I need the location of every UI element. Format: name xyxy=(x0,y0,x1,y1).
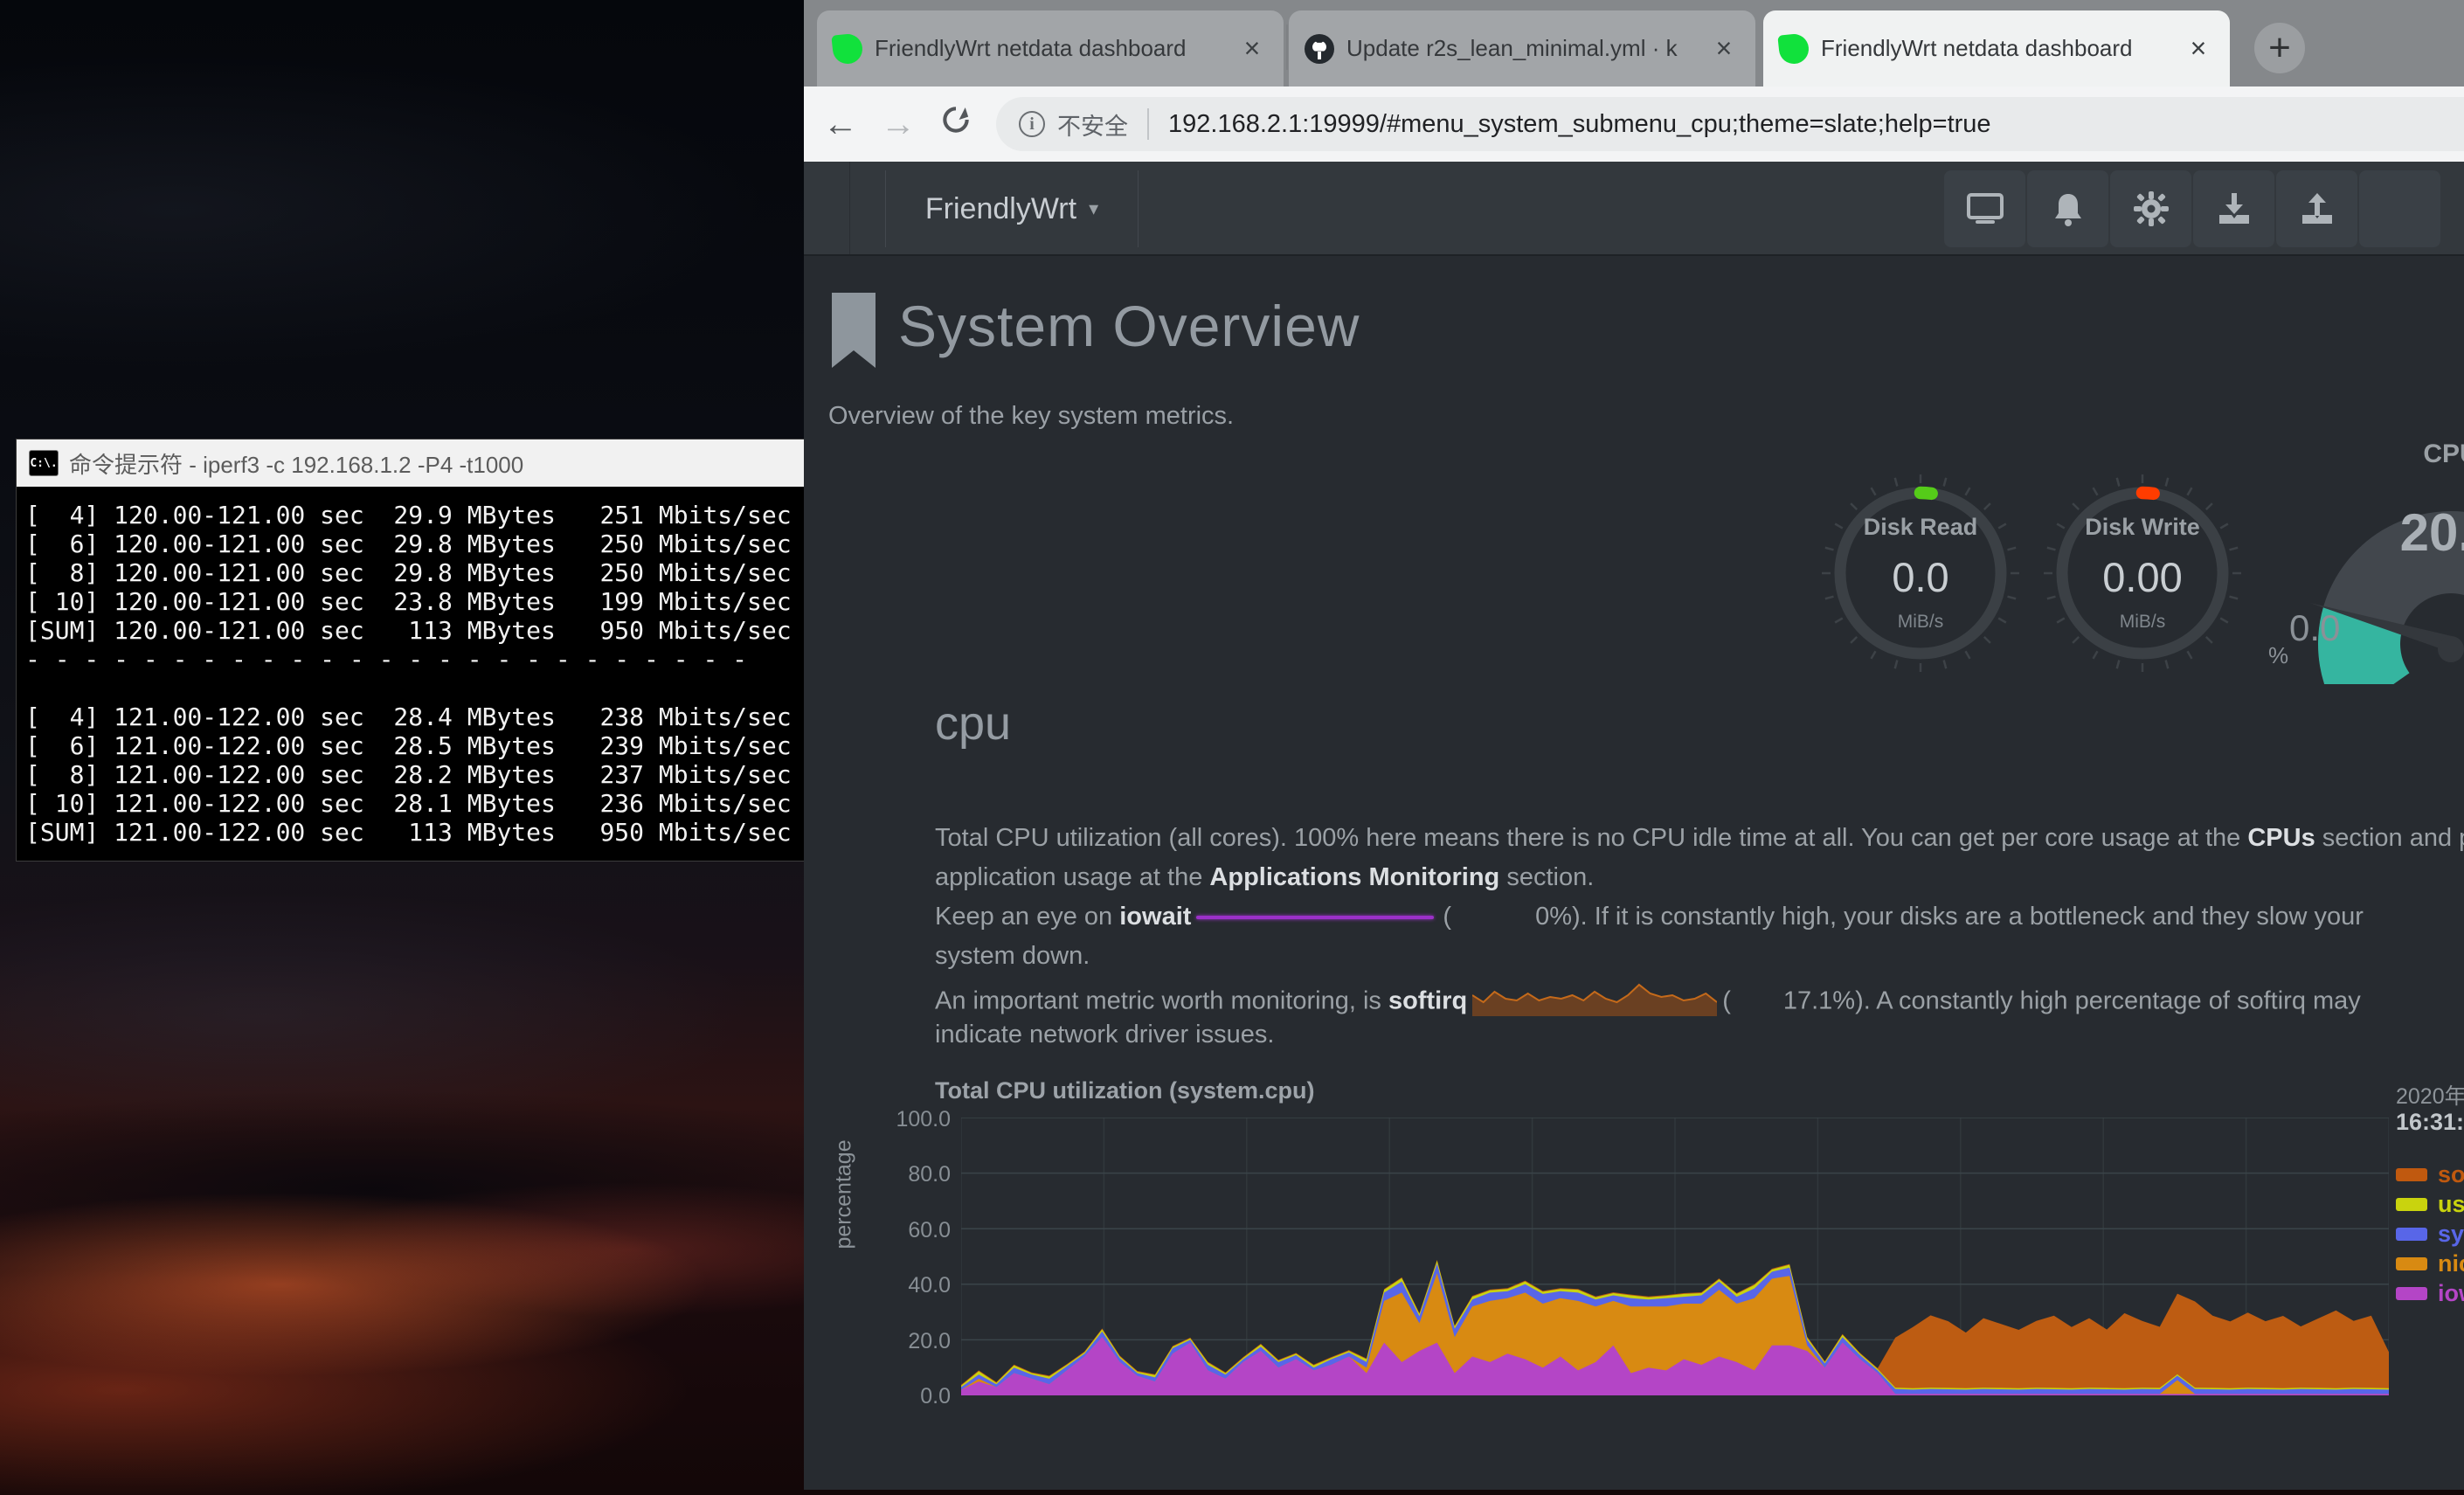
close-icon[interactable]: × xyxy=(1708,32,1740,65)
legend-swatch xyxy=(2396,1228,2427,1241)
url-bar[interactable]: i 不安全 192.168.2.1:19999/#menu_system_sub… xyxy=(996,97,2464,151)
gauge-label: CPU xyxy=(2281,440,2464,469)
cpu-paragraph-line: An important metric worth monitoring, is… xyxy=(935,981,2464,1023)
terminal-output: [ 4] 120.00-121.00 sec 29.9 MBytes 251 M… xyxy=(17,487,889,847)
netdata-page: FriendlyWrt ▾ xyxy=(804,162,2464,1490)
cpu-paragraph-line: system down. xyxy=(935,942,2464,971)
page-title: System Overview xyxy=(898,293,1360,359)
legend-swatch xyxy=(2396,1287,2427,1300)
terminal-line: [SUM] 121.00-122.00 sec 113 MBytes 950 M… xyxy=(25,818,889,847)
close-icon[interactable]: × xyxy=(2183,32,2214,65)
omnibox-divider xyxy=(1147,108,1149,140)
tab-strip: FriendlyWrt netdata dashboard × Update r… xyxy=(804,0,2464,87)
terminal-line: [ 4] 121.00-122.00 sec 28.4 MBytes 238 M… xyxy=(25,703,889,731)
bookmark-icon xyxy=(828,293,879,376)
terminal-line: - - - - - - - - - - - - - - - - - - - - … xyxy=(25,645,889,674)
host-name: FriendlyWrt xyxy=(925,192,1076,226)
chevron-down-icon: ▾ xyxy=(1089,197,1098,220)
legend-item-user[interactable]: user xyxy=(2396,1189,2464,1219)
y-tick: 100.0 xyxy=(855,1107,951,1132)
cpu-paragraph-line: Keep an eye on iowait(0%). If it is cons… xyxy=(935,903,2464,931)
terminal-line: [ 8] 121.00-122.00 sec 28.2 MBytes 237 M… xyxy=(25,760,889,789)
terminal-window[interactable]: 命令提示符 - iperf3 -c 192.168.1.2 -P4 -t1000… xyxy=(16,439,889,862)
cpu-paragraph-line: application usage at the Applications Mo… xyxy=(935,863,2464,892)
gauge-unit: % xyxy=(2268,642,2288,669)
download-icon[interactable] xyxy=(2193,170,2274,247)
chart-legend: softirq user system nice iowait xyxy=(2396,1159,2464,1308)
page-subtitle: Overview of the key system metrics. xyxy=(828,402,1234,431)
chart-time: 16:31:28 xyxy=(2396,1109,2464,1136)
cpu-stacked-area-chart[interactable] xyxy=(961,1118,2389,1395)
y-tick: 80.0 xyxy=(855,1162,951,1187)
legend-swatch xyxy=(2396,1198,2427,1211)
iowait-sparkline[interactable] xyxy=(1196,916,1434,919)
upload-icon[interactable] xyxy=(2276,170,2357,247)
close-icon[interactable]: × xyxy=(1236,32,1268,65)
applications-monitoring-link[interactable]: Applications Monitoring xyxy=(1209,863,1499,891)
github-icon xyxy=(1305,34,1334,64)
terminal-line: [ 10] 120.00-121.00 sec 23.8 MBytes 199 … xyxy=(25,587,889,616)
browser-toolbar: ← → i 不安全 192.168.2.1:19999/#menu_system… xyxy=(804,87,2464,162)
legend-item-system[interactable]: system xyxy=(2396,1219,2464,1249)
chart-title: Total CPU utilization (system.cpu) xyxy=(935,1077,1315,1104)
gauge-min: 0.0 xyxy=(2289,607,2340,649)
gauge-disk-write[interactable]: Disk Write 0.00 MiB/s xyxy=(2042,473,2243,674)
bell-icon[interactable] xyxy=(2027,170,2108,247)
legend-item-iowait[interactable]: iowait xyxy=(2396,1278,2464,1308)
gauge-cpu[interactable]: CPU 20.5 0.0 100.0 % xyxy=(2281,440,2464,684)
legend-swatch xyxy=(2396,1257,2427,1270)
info-icon[interactable]: i xyxy=(1019,111,1045,137)
tab-title: Update r2s_lean_minimal.yml · k xyxy=(1346,35,1696,62)
netdata-icon xyxy=(831,32,863,65)
terminal-line: [SUM] 120.00-121.00 sec 113 MBytes 950 M… xyxy=(25,616,889,645)
gauge-disk-read[interactable]: Disk Read 0.0 MiB/s xyxy=(1820,473,2021,674)
netdata-navbar: FriendlyWrt ▾ xyxy=(804,162,2464,256)
y-tick: 20.0 xyxy=(855,1329,951,1354)
gauge-value: 20.5 xyxy=(2281,502,2464,563)
terminal-line: [ 6] 121.00-122.00 sec 28.5 MBytes 239 M… xyxy=(25,731,889,760)
terminal-line: [ 4] 120.00-121.00 sec 29.9 MBytes 251 M… xyxy=(25,501,889,529)
y-tick: 60.0 xyxy=(855,1218,951,1243)
gear-icon[interactable] xyxy=(2110,170,2191,247)
cpu-paragraph-line: indicate network driver issues. xyxy=(935,1021,2464,1049)
tab-separator xyxy=(1286,24,1288,70)
cpu-paragraph-line: Total CPU utilization (all cores). 100% … xyxy=(935,824,2464,853)
legend-item-softirq[interactable]: softirq xyxy=(2396,1159,2464,1189)
terminal-line: [ 10] 121.00-122.00 sec 28.1 MBytes 236 … xyxy=(25,789,889,818)
new-tab-button[interactable]: + xyxy=(2254,23,2305,73)
legend-item-nice[interactable]: nice xyxy=(2396,1249,2464,1278)
back-icon[interactable]: ← xyxy=(814,105,867,144)
reload-icon[interactable] xyxy=(930,103,982,145)
terminal-title: 命令提示符 - iperf3 -c 192.168.1.2 -P4 -t1000 xyxy=(69,447,523,480)
y-tick: 40.0 xyxy=(855,1273,951,1298)
softirq-sparkline[interactable] xyxy=(1472,981,1717,1023)
browser-window: FriendlyWrt netdata dashboard × Update r… xyxy=(804,0,2464,1490)
tab-title: FriendlyWrt netdata dashboard xyxy=(1821,35,2170,62)
terminal-titlebar[interactable]: 命令提示符 - iperf3 -c 192.168.1.2 -P4 -t1000 xyxy=(17,440,889,487)
forward-icon[interactable]: → xyxy=(872,105,924,144)
host-dropdown[interactable]: FriendlyWrt ▾ xyxy=(885,170,1139,247)
section-heading-cpu: cpu xyxy=(935,696,1011,751)
navbar-button-cut[interactable] xyxy=(2359,170,2440,247)
cmd-icon xyxy=(29,450,59,476)
url-text[interactable]: 192.168.2.1:19999/#menu_system_submenu_c… xyxy=(1168,110,1991,139)
legend-swatch xyxy=(2396,1168,2427,1181)
tab-netdata-2-active[interactable]: FriendlyWrt netdata dashboard × xyxy=(1763,10,2230,87)
tab-netdata-1[interactable]: FriendlyWrt netdata dashboard × xyxy=(817,10,1284,87)
desktop-wallpaper: 命令提示符 - iperf3 -c 192.168.1.2 -P4 -t1000… xyxy=(0,0,2464,1495)
tab-github[interactable]: Update r2s_lean_minimal.yml · k × xyxy=(1289,10,1755,87)
security-label: 不安全 xyxy=(1057,107,1128,142)
cpus-link[interactable]: CPUs xyxy=(2247,824,2315,852)
netdata-icon xyxy=(1777,32,1810,65)
y-axis-label: percentage xyxy=(832,1162,857,1249)
chart-date: 2020年3月24日 xyxy=(2396,1079,2464,1111)
monitor-icon[interactable] xyxy=(1944,170,2025,247)
navbar-divider xyxy=(849,162,850,254)
tab-title: FriendlyWrt netdata dashboard xyxy=(875,35,1224,62)
terminal-line: [ 8] 120.00-121.00 sec 29.8 MBytes 250 M… xyxy=(25,558,889,587)
terminal-line: [ 6] 120.00-121.00 sec 29.8 MBytes 250 M… xyxy=(25,529,889,558)
terminal-line xyxy=(25,674,889,703)
y-tick: 0.0 xyxy=(855,1384,951,1409)
